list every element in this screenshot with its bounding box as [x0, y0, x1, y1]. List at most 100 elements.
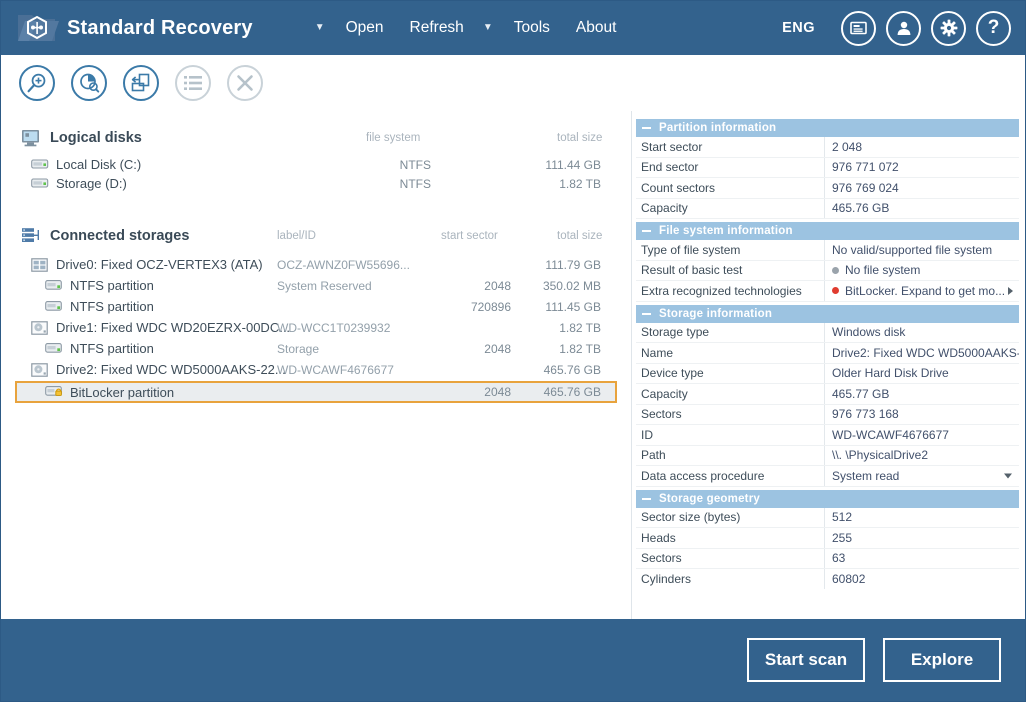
section-header-file-system-information[interactable]: File system information: [636, 222, 1019, 240]
list-item-label: Local Disk (C:): [56, 157, 141, 172]
property-value: 2 048: [824, 137, 1019, 157]
table-row: Storage type Windows disk: [636, 323, 1019, 344]
application-window: Standard Recovery ▼ Open Refresh ▼ Tools…: [0, 0, 1026, 702]
news-icon[interactable]: [841, 11, 876, 46]
table-row-selected[interactable]: BitLocker partition 2048 465.76 GB: [1, 381, 631, 403]
explore-button[interactable]: Explore: [883, 638, 1001, 682]
logical-disks-header[interactable]: Logical disks file system total size: [1, 125, 631, 151]
property-key: Heads: [636, 531, 824, 545]
property-key: Sectors: [636, 551, 824, 565]
server-stack-icon: [21, 227, 41, 245]
section-title: Partition information: [659, 122, 776, 134]
section-header-partition-information[interactable]: Partition information: [636, 119, 1019, 137]
total-size-value: 111.79 GB: [461, 258, 601, 272]
hdd-icon: [31, 321, 49, 335]
connected-storages-title: Connected storages: [50, 228, 189, 244]
minus-icon[interactable]: [642, 127, 651, 129]
chevron-down-icon[interactable]: [1004, 473, 1012, 478]
total-size-value: 1.82 TB: [461, 321, 601, 335]
table-row: Sector size (bytes) 512: [636, 508, 1019, 529]
total-size-value: 111.45 GB: [461, 300, 601, 314]
property-key: ID: [636, 428, 824, 442]
table-row-name: Drive0: Fixed OCZ-VERTEX3 (ATA): [56, 257, 263, 272]
property-value: 465.76 GB: [824, 199, 1019, 219]
property-key: Capacity: [636, 201, 824, 215]
status-dot-red: [832, 287, 839, 294]
total-size-value: 111.44 GB: [461, 158, 601, 172]
table-row: Count sectors 976 769 024: [636, 178, 1019, 199]
open-caret-icon[interactable]: ▼: [309, 23, 333, 33]
property-key: Cylinders: [636, 572, 824, 586]
minus-icon[interactable]: [642, 498, 651, 500]
table-row[interactable]: Data access procedure System read: [636, 466, 1019, 487]
property-key: Type of file system: [636, 243, 824, 257]
property-value: 976 769 024: [824, 178, 1019, 198]
help-icon[interactable]: ?: [976, 11, 1011, 46]
table-row[interactable]: Drive1: Fixed WDC WD20EZRX-00DC... WD-WC…: [1, 317, 631, 338]
disk-analysis-icon[interactable]: [71, 65, 107, 101]
property-key: Result of basic test: [636, 263, 824, 277]
chevron-right-icon[interactable]: [1008, 287, 1013, 295]
user-icon[interactable]: [886, 11, 921, 46]
table-row-name: Drive1: Fixed WDC WD20EZRX-00DC...: [56, 320, 290, 335]
mount-image-icon[interactable]: [123, 65, 159, 101]
app-header: Standard Recovery ▼ Open Refresh ▼ Tools…: [1, 1, 1025, 55]
table-row: Heads 255: [636, 528, 1019, 549]
table-row[interactable]: Extra recognized technologies BitLocker.…: [636, 281, 1019, 302]
bitlocker-partition-icon: [45, 385, 63, 399]
menu-item-tools[interactable]: Tools: [501, 15, 563, 41]
disk-icon: [31, 177, 49, 191]
table-row: Capacity 465.76 GB: [636, 199, 1019, 220]
total-size-value: 465.76 GB: [461, 363, 601, 377]
find-disk-icon[interactable]: [19, 65, 55, 101]
close-icon: [227, 65, 263, 101]
property-value-with-status: No file system: [824, 261, 1019, 281]
file-system-value: NTFS: [301, 158, 431, 172]
property-key: Name: [636, 346, 824, 360]
table-row[interactable]: Drive0: Fixed OCZ-VERTEX3 (ATA) OCZ-AWNZ…: [1, 254, 631, 275]
table-row-name: Drive2: Fixed WDC WD5000AAKS-22...: [56, 362, 286, 377]
col-header-start-sector: start sector: [441, 230, 498, 242]
file-system-value: NTFS: [301, 177, 431, 191]
col-header-total-size: total size: [557, 230, 602, 242]
list-item[interactable]: Local Disk (C:) NTFS 111.44 GB: [1, 155, 631, 174]
property-key: Extra recognized technologies: [636, 284, 824, 298]
total-size-value: 1.82 TB: [461, 342, 601, 356]
menu-item-about[interactable]: About: [563, 15, 630, 41]
property-value: Drive2: Fixed WDC WD5000AAKS-22V: [824, 343, 1019, 363]
property-value-with-status[interactable]: BitLocker. Expand to get mo...: [824, 281, 1019, 301]
section-header-storage-geometry[interactable]: Storage geometry: [636, 490, 1019, 508]
gear-icon[interactable]: [931, 11, 966, 46]
table-row[interactable]: Drive2: Fixed WDC WD5000AAKS-22... WD-WC…: [1, 359, 631, 380]
header-actions: ENG: [782, 11, 1011, 46]
disk-icon: [31, 158, 49, 172]
property-value: 976 773 168: [824, 405, 1019, 425]
property-value: 465.77 GB: [824, 384, 1019, 404]
label-id-value: Storage: [277, 342, 319, 356]
col-header-file-system: file system: [366, 132, 420, 144]
table-row[interactable]: NTFS partition System Reserved 2048 350.…: [1, 275, 631, 296]
property-value: No valid/supported file system: [824, 240, 1019, 260]
property-key: Storage type: [636, 325, 824, 339]
total-size-value: 1.82 TB: [461, 177, 601, 191]
menu-item-refresh[interactable]: Refresh: [397, 15, 477, 41]
col-header-total-size: total size: [557, 132, 602, 144]
menu-item-open[interactable]: Open: [333, 15, 397, 41]
minus-icon[interactable]: [642, 230, 651, 232]
property-value: 63: [824, 549, 1019, 569]
property-key: End sector: [636, 160, 824, 174]
list-item[interactable]: Storage (D:) NTFS 1.82 TB: [1, 174, 631, 193]
table-row[interactable]: NTFS partition 720896 111.45 GB: [1, 296, 631, 317]
start-scan-button[interactable]: Start scan: [747, 638, 865, 682]
table-row[interactable]: NTFS partition Storage 2048 1.82 TB: [1, 338, 631, 359]
section-title: Storage geometry: [659, 493, 760, 505]
details-panel: Partition information Start sector 2 048…: [632, 111, 1025, 619]
language-selector[interactable]: ENG: [782, 20, 815, 36]
tools-caret-icon[interactable]: ▼: [477, 23, 501, 33]
minus-icon[interactable]: [642, 313, 651, 315]
folder-hexagon-logo-icon: [15, 8, 59, 48]
table-row-name: BitLocker partition: [70, 385, 174, 400]
data-access-procedure-select[interactable]: System read: [824, 466, 1019, 486]
connected-storages-header[interactable]: Connected storages label/ID start sector…: [1, 223, 631, 249]
section-header-storage-information[interactable]: Storage information: [636, 305, 1019, 323]
